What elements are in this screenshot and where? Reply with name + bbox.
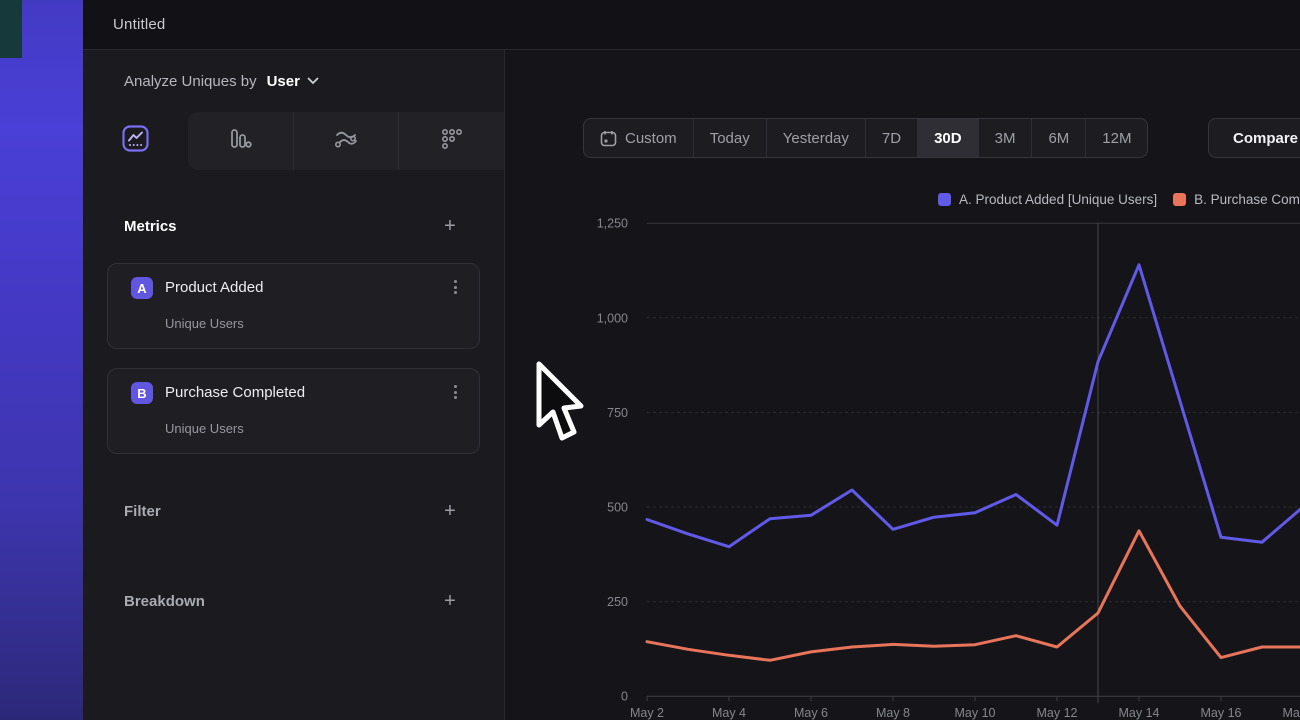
kebab-menu-icon[interactable] [447,280,463,298]
date-range-toolbar: Custom Today Yesterday 7D 30D 3M 6M 12M [583,118,1148,158]
metrics-heading: Metrics [124,218,177,235]
range-button-30d[interactable]: 30D [918,119,979,157]
metric-badge-a: A [131,277,153,299]
svg-text:May 14: May 14 [1119,706,1160,720]
chart-panel: Custom Today Yesterday 7D 30D 3M 6M 12M Compare… [505,50,1300,720]
chart-type-tabs-inactive [188,112,504,170]
metric-measure: Unique Users [165,421,244,436]
range-button-today[interactable]: Today [694,119,767,157]
analyze-by-label: Analyze Uniques by [124,73,257,90]
svg-text:May 4: May 4 [712,706,746,720]
range-label: 6M [1048,130,1069,147]
metric-badge-b: B [131,382,153,404]
svg-text:500: 500 [607,501,628,515]
calendar-icon [600,130,617,147]
filter-heading: Filter [124,503,161,520]
metric-name: Purchase Completed [165,384,305,401]
svg-text:May 6: May 6 [794,706,828,720]
tab-line-chart[interactable] [83,112,188,170]
app-root: Untitled Analyze Uniques by User [0,0,1300,720]
range-label: 30D [934,130,962,147]
metric-card-purchase-completed[interactable]: B Purchase Completed Unique Users [107,368,480,454]
svg-text:1,000: 1,000 [597,311,628,325]
add-filter-button[interactable]: + [441,503,459,521]
chart-type-tabs [83,112,504,170]
svg-text:1,250: 1,250 [597,217,628,231]
tab-stream[interactable] [293,112,399,170]
range-button-yesterday[interactable]: Yesterday [767,119,866,157]
svg-text:May 10: May 10 [955,706,996,720]
line-chart-icon [122,125,149,157]
stream-icon [332,126,360,157]
analytics-window: Untitled Analyze Uniques by User [83,0,1300,720]
range-label: 12M [1102,130,1131,147]
tab-dot-grid[interactable] [398,112,504,170]
background-corner [0,0,22,58]
sidebar: Analyze Uniques by User [83,50,505,720]
compare-button[interactable]: Compare [1208,118,1300,158]
range-button-3m[interactable]: 3M [979,119,1033,157]
dot-grid-icon [439,126,465,157]
range-label: Today [710,130,750,147]
kebab-menu-icon[interactable] [447,385,463,403]
range-button-12m[interactable]: 12M [1086,119,1147,157]
svg-text:250: 250 [607,595,628,609]
svg-text:May 16: May 16 [1201,706,1242,720]
range-label: 3M [995,130,1016,147]
svg-text:May 2: May 2 [630,706,664,720]
svg-text:750: 750 [607,406,628,420]
analyze-by-dropdown[interactable]: User [267,73,300,90]
add-metric-button[interactable]: + [441,218,459,236]
page-title: Untitled [113,16,165,33]
range-button-6m[interactable]: 6M [1032,119,1086,157]
metric-name: Product Added [165,279,263,296]
svg-text:May 12: May 12 [1037,706,1078,720]
analyze-by-row: Analyze Uniques by User [83,50,504,112]
metric-measure: Unique Users [165,316,244,331]
range-button-7d[interactable]: 7D [866,119,918,157]
bar-chart-icon [227,126,253,157]
breakdown-heading: Breakdown [124,593,205,610]
range-label: Yesterday [783,130,849,147]
metric-card-product-added[interactable]: A Product Added Unique Users [107,263,480,349]
svg-text:May 18: May 18 [1283,706,1300,720]
svg-text:May 8: May 8 [876,706,910,720]
tab-bar-chart[interactable] [188,112,293,170]
window-header: Untitled [83,0,1300,50]
svg-text:0: 0 [621,690,628,704]
background-gradient-strip [0,0,83,720]
range-button-custom[interactable]: Custom [584,119,694,157]
line-chart: 0 250 500 750 1,000 1,250 May 2 May 4 May 6 May 8… [505,180,1300,720]
chevron-down-icon[interactable] [307,77,319,85]
add-breakdown-button[interactable]: + [441,593,459,611]
range-label: Custom [625,130,677,147]
range-label: 7D [882,130,901,147]
